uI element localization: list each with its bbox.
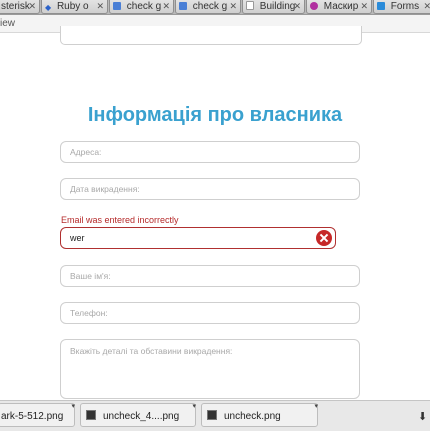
ruby-icon: ◆	[45, 3, 52, 12]
download-item[interactable]: uncheck.png ▾	[201, 403, 318, 427]
tab-label: check g	[192, 1, 228, 12]
theft-date-field[interactable]: Дата викрадення:	[60, 178, 360, 200]
document-icon	[246, 1, 254, 10]
tab-label: Маскир	[323, 1, 359, 12]
address-field[interactable]: Адреса:	[60, 141, 360, 163]
details-textarea[interactable]: Вкажіть деталі та обставини викрадення:	[60, 339, 360, 399]
email-field[interactable]: wer	[60, 227, 336, 249]
google-icon	[113, 2, 121, 10]
download-name: uncheck_4....png	[103, 411, 180, 422]
flow-icon	[310, 2, 318, 10]
browser-tab[interactable]: check g ✕	[109, 0, 174, 14]
address-placeholder: Адреса:	[70, 147, 102, 157]
close-icon[interactable]: ✕	[96, 0, 104, 13]
theft-date-placeholder: Дата викрадення:	[70, 184, 140, 194]
close-icon[interactable]: ✕	[360, 0, 368, 13]
download-arrow-icon[interactable]: ⬇	[418, 410, 427, 423]
tab-label: Forms	[390, 1, 420, 12]
browser-tab-bar: sterisk ✕ ◆ Ruby o ✕ check g ✕ check g ✕…	[0, 0, 430, 15]
download-item[interactable]: uncheck_4....png ▾	[80, 403, 196, 427]
browser-tab[interactable]: Building ✕	[242, 0, 305, 14]
close-icon[interactable]: ✕	[162, 0, 170, 13]
chevron-down-icon[interactable]: ▾	[71, 402, 75, 410]
tab-label: check g	[126, 1, 162, 12]
image-file-icon	[207, 410, 217, 420]
tab-label: Ruby o	[56, 1, 89, 12]
previous-field[interactable]	[60, 26, 362, 45]
close-icon[interactable]: ✕	[229, 0, 237, 13]
phone-placeholder: Телефон:	[70, 308, 108, 318]
google-icon	[179, 2, 187, 10]
image-file-icon	[86, 410, 96, 420]
close-icon[interactable]: ✕	[423, 0, 430, 13]
download-name: ark-5-512.png	[1, 411, 64, 422]
details-placeholder: Вкажіть деталі та обставини викрадення:	[70, 346, 233, 356]
browser-tab[interactable]: check g ✕	[175, 0, 241, 14]
email-error-message: Email was entered incorrectly	[61, 215, 179, 225]
close-icon[interactable]: ✕	[28, 0, 36, 13]
browser-tab[interactable]: sterisk ✕	[0, 0, 40, 14]
page-title: Інформація про власника	[87, 104, 343, 126]
error-clear-icon[interactable]	[316, 230, 332, 246]
chevron-down-icon[interactable]: ▾	[192, 402, 196, 410]
close-icon[interactable]: ✕	[293, 0, 301, 13]
tab-label: Building	[259, 1, 296, 12]
browser-tab[interactable]: Forms ✕	[373, 0, 430, 14]
download-item[interactable]: ark-5-512.png ▾	[0, 403, 75, 427]
name-field[interactable]: Ваше ім'я:	[60, 265, 360, 287]
forms-icon	[377, 2, 385, 10]
email-value: wer	[70, 233, 85, 243]
name-placeholder: Ваше ім'я:	[70, 271, 111, 281]
chevron-down-icon[interactable]: ▾	[314, 402, 318, 410]
tab-label: sterisk	[1, 1, 30, 12]
downloads-bar: ark-5-512.png ▾ uncheck_4....png ▾ unche…	[0, 400, 430, 431]
browser-tab[interactable]: ◆ Ruby o ✕	[41, 0, 108, 14]
address-text: iew	[0, 18, 16, 29]
phone-field[interactable]: Телефон:	[60, 302, 360, 324]
download-name: uncheck.png	[224, 411, 281, 422]
browser-tab[interactable]: Маскир ✕	[306, 0, 372, 14]
